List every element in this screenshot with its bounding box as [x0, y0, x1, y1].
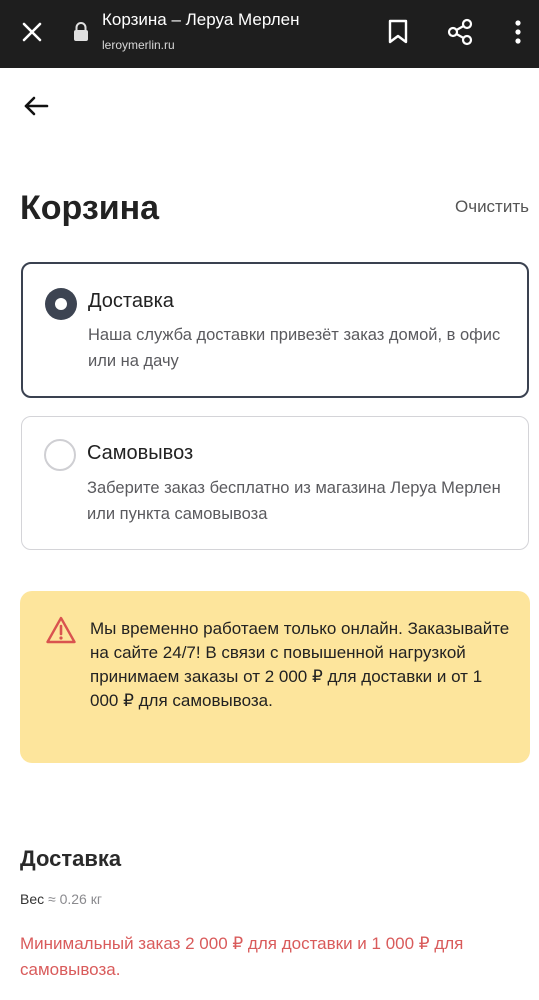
- pickup-radio[interactable]: [44, 439, 76, 471]
- notice-text: Мы временно работаем только онлайн. Зака…: [90, 619, 510, 710]
- back-button[interactable]: [18, 88, 54, 124]
- browser-page-title: Корзина – Леруа Мерлен: [102, 10, 300, 29]
- delivery-option-title: Доставка: [88, 290, 174, 312]
- more-options-button[interactable]: [500, 14, 536, 50]
- lock-icon: [74, 22, 88, 41]
- min-order-warning: Минимальный заказ 2 000 ₽ для доставки и…: [20, 934, 464, 979]
- pickup-option-title: Самовывоз: [87, 442, 194, 464]
- pickup-option-card[interactable]: Самовывоз Заберите заказ бесплатно из ма…: [21, 416, 529, 550]
- warning-icon: [46, 616, 76, 644]
- close-button[interactable]: [14, 14, 50, 50]
- page-title: Корзина: [20, 189, 160, 227]
- delivery-option-card[interactable]: Доставка Наша служба доставки привезёт з…: [21, 262, 529, 398]
- share-button[interactable]: [442, 14, 478, 50]
- bookmark-button[interactable]: [380, 14, 416, 50]
- pickup-option-description: Заберите заказ бесплатно из магазина Лер…: [87, 479, 501, 523]
- online-notice-banner: Мы временно работаем только онлайн. Зака…: [20, 591, 530, 763]
- clear-cart-button[interactable]: Очистить: [455, 197, 529, 217]
- browser-toolbar: Корзина – Леруа Мерлен leroymerlin.ru: [0, 0, 539, 68]
- arrow-left-icon: [24, 96, 49, 116]
- browser-url[interactable]: leroymerlin.ru: [102, 38, 175, 52]
- share-icon: [447, 18, 473, 46]
- delivery-option-description: Наша служба доставки привезёт заказ домо…: [88, 326, 501, 370]
- weight-line: Вес ≈ 0.26 кг: [20, 891, 102, 907]
- bookmark-icon: [388, 19, 408, 44]
- close-icon: [22, 22, 42, 42]
- more-vert-icon: [515, 20, 521, 44]
- weight-value: ≈ 0.26 кг: [48, 891, 102, 907]
- weight-label: Вес: [20, 891, 45, 907]
- delivery-section-title: Доставка: [20, 846, 122, 871]
- delivery-radio[interactable]: [45, 288, 77, 320]
